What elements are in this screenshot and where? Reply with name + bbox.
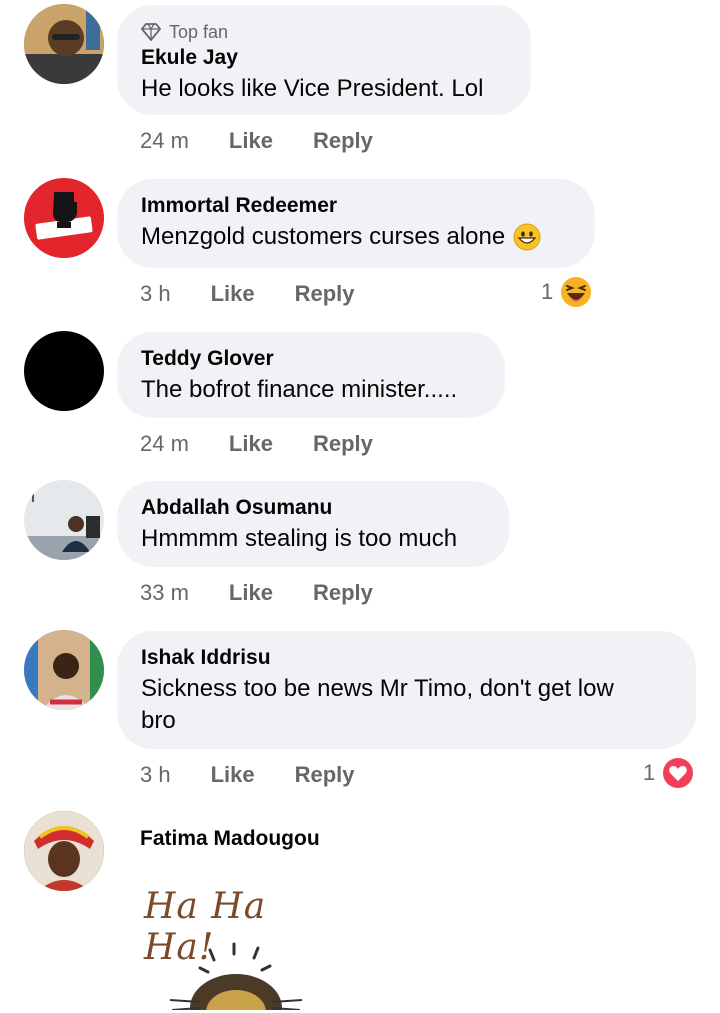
reaction-summary[interactable]: 1 [541, 275, 594, 309]
avatar-photo [24, 4, 104, 84]
comment-time[interactable]: 3 h [140, 281, 171, 307]
badge-label: Top fan [169, 21, 229, 42]
top-fan-badge: Top fan [141, 21, 507, 43]
reaction-count: 1 [541, 279, 554, 304]
comment-bubble: Immortal Redeemer Menzgold customers cur… [117, 179, 595, 268]
reply-button[interactable]: Reply [313, 580, 373, 606]
comment-actions: 24 m Like Reply [140, 431, 373, 457]
like-button[interactable]: Like [211, 762, 255, 788]
avatar[interactable] [24, 480, 104, 560]
comment-text-row: Menzgold customers curses alone [141, 221, 571, 253]
comment-text-line: bro [141, 707, 176, 734]
reply-button[interactable]: Reply [295, 762, 355, 788]
comment-time[interactable]: 3 h [140, 762, 171, 788]
comment-text: He looks like Vice President. Lol [141, 75, 484, 102]
gif-attachment[interactable]: Ha Ha Ha! [140, 880, 340, 1013]
comment-bubble: Ishak Iddrisu Sickness too be news Mr Ti… [117, 631, 696, 749]
haha-icon [559, 275, 594, 309]
like-button[interactable]: Like [211, 281, 255, 307]
reply-button[interactable]: Reply [295, 281, 355, 307]
commenter-name[interactable]: Ekule Jay [141, 45, 507, 71]
avatar-photo [24, 480, 104, 560]
avatar[interactable] [24, 178, 104, 258]
comment-actions: 33 m Like Reply [140, 580, 373, 606]
commenter-name[interactable]: Immortal Redeemer [141, 193, 571, 219]
commenter-name[interactable]: Ishak Iddrisu [141, 645, 672, 671]
grinning-emoji-icon [513, 223, 541, 251]
like-button[interactable]: Like [229, 580, 273, 606]
comment-actions: 3 h Like Reply [140, 762, 355, 788]
avatar[interactable] [24, 4, 104, 84]
comment-text-line: Sickness too be news Mr Timo, don't get … [141, 675, 614, 702]
fist-logo-icon [24, 178, 104, 258]
comment-bubble: Abdallah Osumanu Hmmmm stealing is too m… [117, 481, 509, 567]
comment-time[interactable]: 24 m [140, 128, 189, 154]
comment-text: The bofrot finance minister..... [141, 376, 458, 403]
comment-bubble: Top fan Ekule Jay He looks like Vice Pre… [117, 5, 531, 115]
commenter-name[interactable]: Fatima Madougou [140, 826, 320, 852]
like-button[interactable]: Like [229, 128, 273, 154]
comment-actions: 3 h Like Reply [140, 281, 355, 307]
comment-actions: 24 m Like Reply [140, 128, 373, 154]
commenter-name-row: Fatima Madougou [140, 826, 320, 852]
avatar[interactable] [24, 811, 104, 891]
avatar[interactable] [24, 331, 104, 411]
comment-text: Sickness too be news Mr Timo, don't get … [141, 673, 672, 737]
comment-time[interactable]: 24 m [140, 431, 189, 457]
diamond-icon [141, 23, 161, 41]
avatar[interactable] [24, 630, 104, 710]
like-button[interactable]: Like [229, 431, 273, 457]
commenter-name[interactable]: Teddy Glover [141, 346, 481, 372]
reply-button[interactable]: Reply [313, 128, 373, 154]
avatar-photo [24, 811, 104, 891]
avatar-photo [24, 630, 104, 710]
love-icon [661, 756, 696, 790]
comment-text: Menzgold customers curses alone [141, 223, 506, 250]
reaction-count: 1 [643, 760, 656, 785]
comment-time[interactable]: 33 m [140, 580, 189, 606]
reaction-summary[interactable]: 1 [643, 756, 696, 790]
comment-text: Hmmmm stealing is too much [141, 525, 458, 552]
laughing-cat-illustration [169, 942, 303, 1010]
comment-bubble: Teddy Glover The bofrot finance minister… [117, 332, 505, 418]
reply-button[interactable]: Reply [313, 431, 373, 457]
commenter-name[interactable]: Abdallah Osumanu [141, 495, 485, 521]
